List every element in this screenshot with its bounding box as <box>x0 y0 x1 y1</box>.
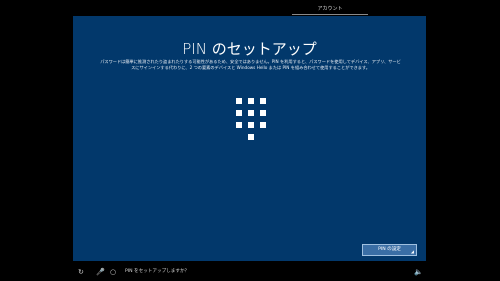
keypad-dot <box>236 122 242 128</box>
microphone-icon[interactable]: 🎤 <box>96 267 105 277</box>
speaker-icon[interactable]: 🔈 <box>414 267 423 277</box>
keypad-dot <box>248 122 254 128</box>
keypad-dot <box>236 110 242 116</box>
bottom-bar: ↻ 🎤 ○ PIN をセットアップしますか？ 🔈 <box>0 264 500 281</box>
active-tab-underline <box>292 14 368 15</box>
pin-keypad-icon <box>233 98 269 143</box>
cursor-arrow-icon: ◢ <box>410 249 414 254</box>
cortana-prompt: PIN をセットアップしますか？ <box>125 269 190 274</box>
keypad-dot <box>248 134 254 140</box>
keypad-dot <box>236 98 242 104</box>
keypad-dot <box>260 122 266 128</box>
setup-pin-button-label: PIN の設定 <box>378 247 401 252</box>
keypad-dot <box>260 98 266 104</box>
description-text: パスワードは簡単に推測されたり盗まれたりする可能性があるため、安全ではありません… <box>100 59 401 71</box>
setup-panel: PIN のセットアップ パスワードは簡単に推測されたり盗まれたりする可能性がある… <box>73 16 426 261</box>
accessibility-icon[interactable]: ↻ <box>78 267 84 277</box>
setup-pin-button[interactable]: PIN の設定 ◢ <box>362 244 417 256</box>
page-title: PIN のセットアップ <box>182 40 317 58</box>
cortana-circle-icon[interactable]: ○ <box>110 267 116 277</box>
keypad-dot <box>248 98 254 104</box>
keypad-dot <box>248 110 254 116</box>
tab-account[interactable]: アカウント <box>292 5 368 12</box>
keypad-dot <box>260 110 266 116</box>
